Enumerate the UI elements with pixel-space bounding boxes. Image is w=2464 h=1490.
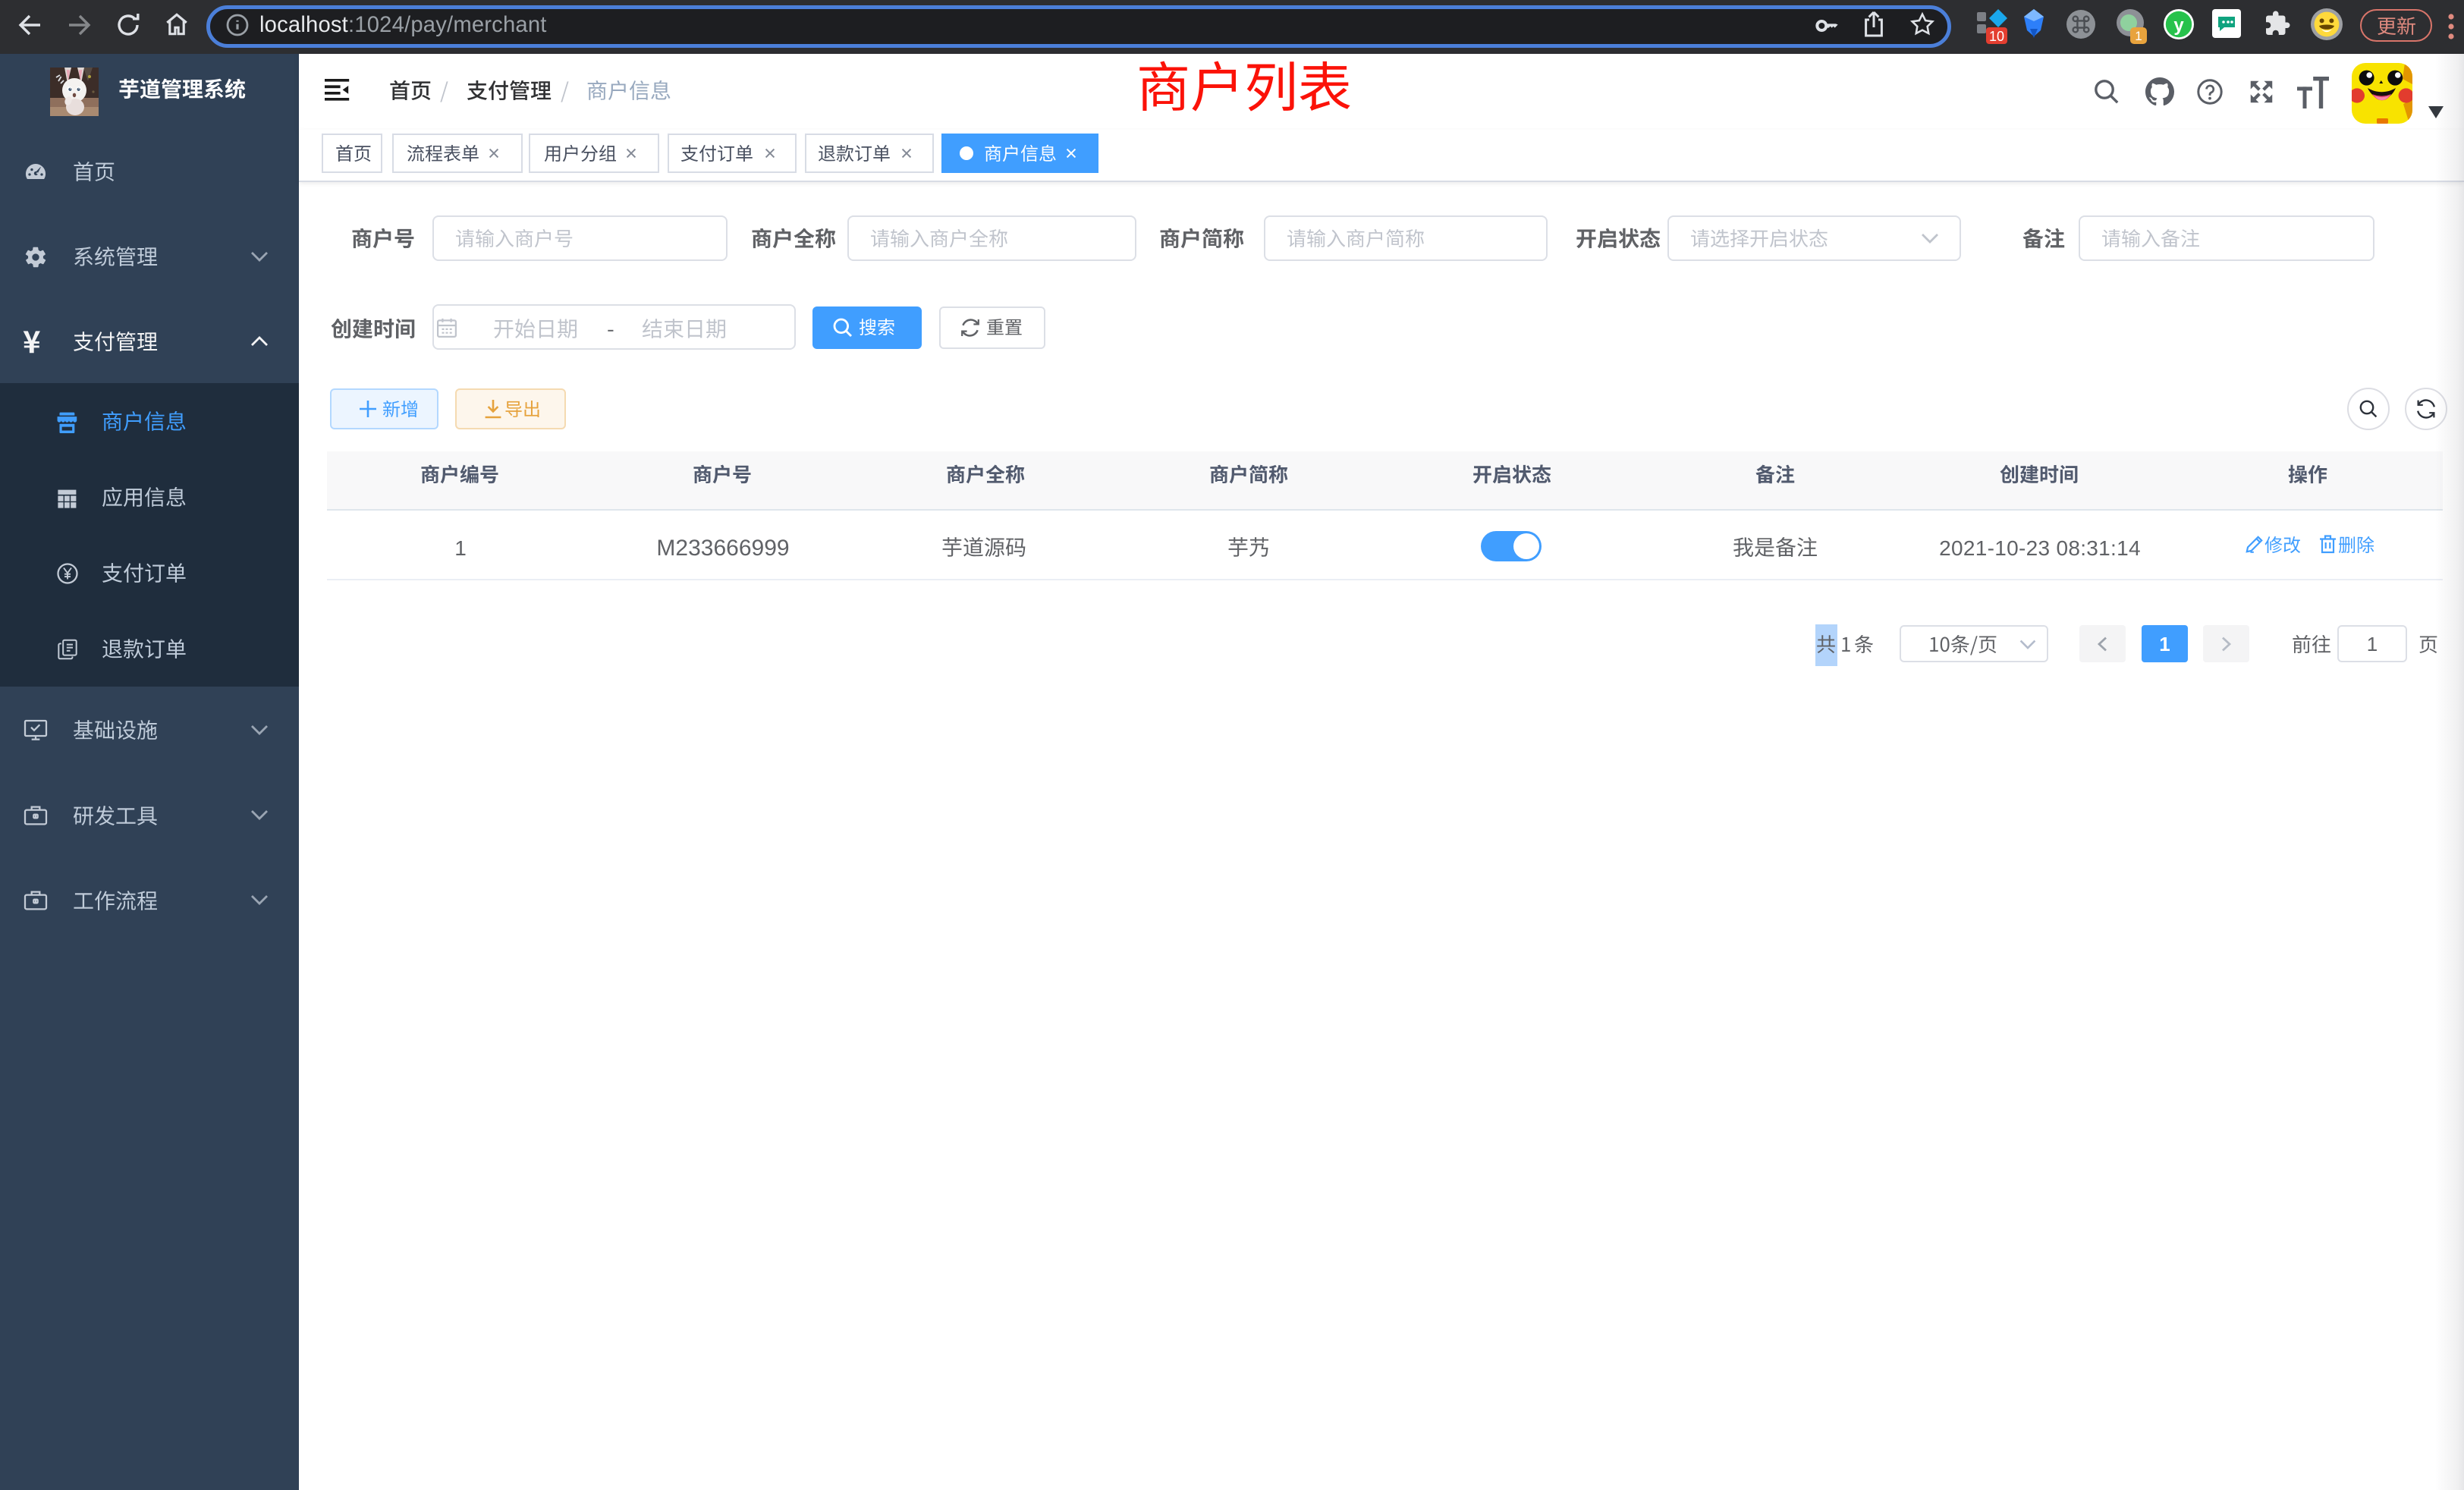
svg-text:10: 10 — [1989, 29, 2004, 44]
svg-text:1: 1 — [2135, 29, 2142, 43]
svg-text:y: y — [2173, 15, 2184, 36]
